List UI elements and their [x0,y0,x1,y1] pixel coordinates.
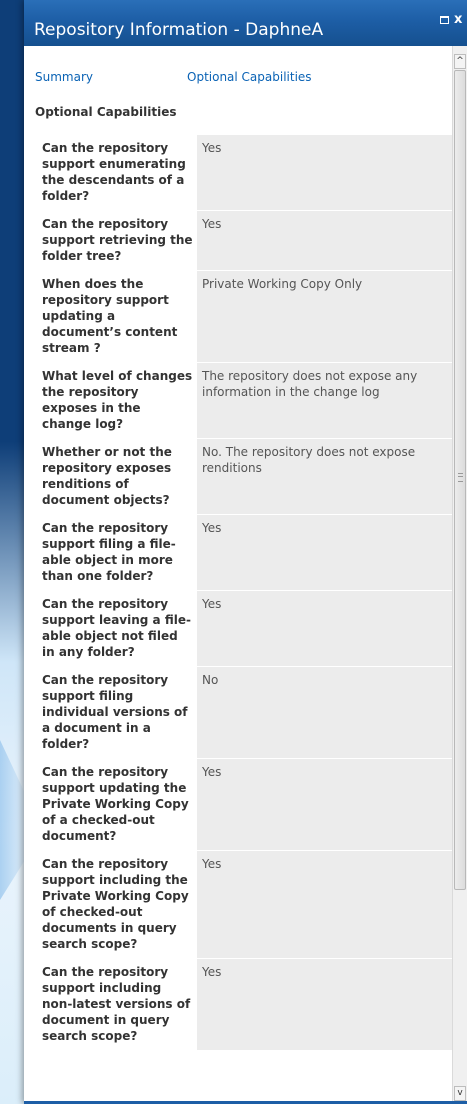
table-row: Can the repository support filing indivi… [35,667,452,759]
capability-value: Private Working Copy Only [197,271,452,362]
capability-label: Can the repository support enumerating t… [35,135,197,210]
vertical-scrollbar[interactable]: ^ v [452,46,467,1104]
capability-label: Can the repository support retrieving th… [35,211,197,270]
capability-value: Yes [197,759,452,850]
dialog-content: Summary Optional Capabilities Optional C… [24,46,452,1104]
capability-value: Yes [197,515,452,590]
capability-label: When does the repository support updatin… [35,271,197,362]
table-row: Can the repository support including the… [35,851,452,959]
capability-value: No. The repository does not expose rendi… [197,439,452,514]
section-nav: Summary Optional Capabilities [24,46,452,86]
capability-label: Whether or not the repository exposes re… [35,439,197,514]
nav-link-optional-capabilities[interactable]: Optional Capabilities [187,70,312,84]
capability-value: Yes [197,959,452,1050]
capability-value: Yes [197,851,452,958]
capability-value: Yes [197,211,452,270]
table-row: Can the repository support retrieving th… [35,211,452,271]
capability-label: Can the repository support including the… [35,851,197,958]
table-row: When does the repository support updatin… [35,271,452,363]
capability-value: No [197,667,452,758]
capability-label: What level of changes the repository exp… [35,363,197,438]
capability-label: Can the repository support including non… [35,959,197,1050]
capability-value: Yes [197,135,452,210]
capability-value: Yes [197,591,452,666]
capability-label: Can the repository support filing indivi… [35,667,197,758]
scroll-thumb[interactable] [454,70,466,890]
dialog-title: Repository Information - DaphneA [34,20,324,40]
close-icon[interactable]: x [454,13,462,26]
maximize-icon[interactable] [440,16,449,24]
scroll-down-icon[interactable]: v [454,1086,466,1101]
dialog-titlebar: Repository Information - DaphneA x [24,0,467,46]
grip-icon [458,473,463,482]
capability-label: Can the repository support updating the … [35,759,197,850]
table-row: Whether or not the repository exposes re… [35,439,452,515]
capabilities-table: Can the repository support enumerating t… [35,135,452,1051]
capability-label: Can the repository support filing a file… [35,515,197,590]
table-row: Can the repository support enumerating t… [35,135,452,211]
section-heading: Optional Capabilities [35,105,177,119]
table-row: Can the repository support updating the … [35,759,452,851]
scroll-up-icon[interactable]: ^ [454,54,466,69]
table-row: Can the repository support including non… [35,959,452,1051]
repository-info-dialog: Repository Information - DaphneA x Summa… [24,0,467,1104]
capability-label: Can the repository support leaving a fil… [35,591,197,666]
capability-value: The repository does not expose any infor… [197,363,452,438]
nav-link-summary[interactable]: Summary [35,70,93,84]
table-row: What level of changes the repository exp… [35,363,452,439]
table-row: Can the repository support filing a file… [35,515,452,591]
table-row: Can the repository support leaving a fil… [35,591,452,667]
